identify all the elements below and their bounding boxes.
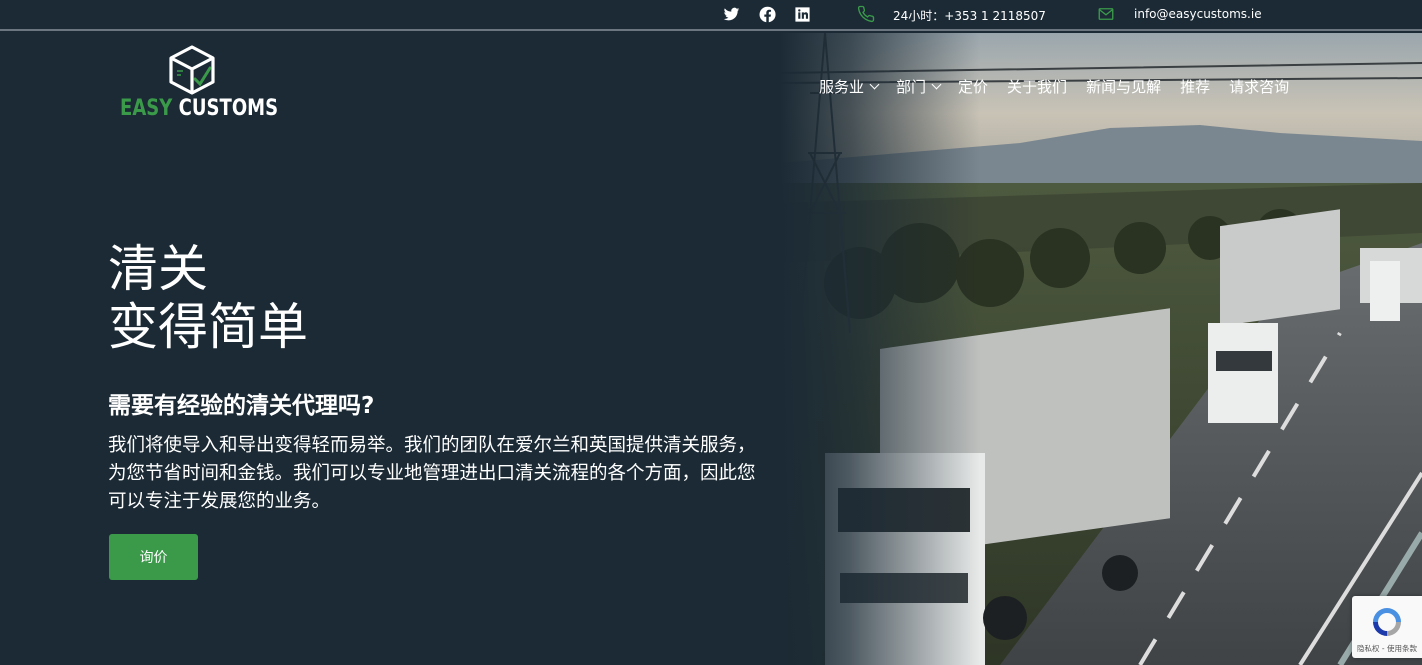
nav-item-about[interactable]: 关于我们 (1007, 76, 1067, 97)
hero-subtitle: 需要有经验的清关代理吗? (108, 393, 375, 419)
logo-text-easy: EASY (120, 96, 173, 121)
nav-item-consultation[interactable]: 请求咨询 (1229, 76, 1289, 97)
nav-item-sectors[interactable]: 部门 (896, 76, 942, 97)
hero-title: 清关 变得简单 (108, 240, 308, 356)
nav-item-pricing[interactable]: 定价 (958, 76, 988, 97)
twitter-icon[interactable] (722, 5, 740, 23)
recaptcha-badge[interactable]: 隐私权 - 使用条款 (1352, 596, 1422, 658)
email-address[interactable]: info@easycustoms.ie (1134, 7, 1262, 21)
nav-item-testimonials[interactable]: 推荐 (1180, 76, 1210, 97)
linkedin-icon[interactable] (793, 5, 811, 23)
main-nav: 服务业 部门 定价 关于我们 新闻与见解 推荐 请求咨询 (819, 76, 1289, 97)
phone-icon (857, 5, 875, 23)
logo-text-customs: CUSTOMS (178, 96, 279, 121)
hero-paragraph: 我们将使导入和导出变得轻而易举。我们的团队在爱尔兰和英国提供清关服务，为您节省时… (108, 435, 756, 512)
chevron-down-icon (931, 79, 942, 90)
site-logo[interactable]: EASY CUSTOMS (120, 44, 278, 126)
hero-fade-overlay (780, 33, 980, 665)
hero-title-line1: 清关 (108, 240, 208, 298)
nav-item-news[interactable]: 新闻与见解 (1086, 76, 1161, 97)
nav-item-services[interactable]: 服务业 (819, 76, 880, 97)
email-icon (1097, 5, 1115, 23)
facebook-icon[interactable] (758, 5, 776, 23)
phone-number[interactable]: 24小时：+353 1 2118507 (893, 7, 1046, 24)
get-quote-button[interactable]: 询价 (109, 534, 198, 580)
recaptcha-links[interactable]: 隐私权 - 使用条款 (1352, 643, 1422, 654)
top-bar: 24小时：+353 1 2118507 info@easycustoms.ie (0, 0, 1422, 31)
hero-title-line2: 变得简单 (108, 298, 308, 356)
box-check-icon (169, 45, 215, 95)
recaptcha-icon (1373, 608, 1401, 636)
chevron-down-icon (869, 79, 880, 90)
